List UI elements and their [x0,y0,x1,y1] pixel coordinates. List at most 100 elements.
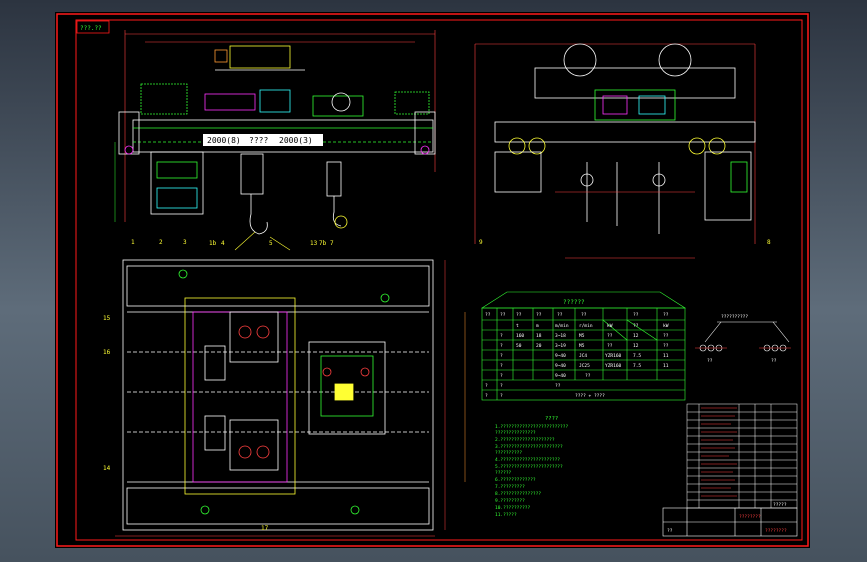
param-r1-c3: 18 [536,333,542,339]
callout-7b: 7b [319,240,327,247]
plan-view [115,259,466,537]
param-header-4: ?? [536,312,542,318]
param-header-5: ?? [557,312,563,318]
side-view [474,43,756,259]
param-r4-c6: YZR160 [605,363,622,369]
rope-right-tag: ?? [771,358,777,364]
drawing-sheet: ???.?? 2000(8) ???? 2000(3) 1b 4 5 13 7b… [55,12,810,548]
note-line-10: 7.????????? [495,484,525,490]
note-line-7: 5.??????????????????????? [495,464,563,470]
title-block-drawing-no: ???????? [765,528,787,534]
side-callouts: 9 8 [479,239,771,246]
front-middle-label: ???? [249,136,268,145]
callout-9: 9 [479,239,483,246]
param-r1-c5: M5 [579,333,585,339]
param-r1-c7: 12 [633,333,639,339]
param-header-6: ?? [581,312,587,318]
param-header-2: ?? [500,312,506,318]
note-line-12: 9.????????? [495,498,525,504]
callout-14: 14 [103,465,111,472]
param-r2-c8: ?? [663,343,669,349]
title-block-name: ???????? [739,514,761,520]
note-line-5: ?????????? [495,450,522,456]
param-header-1: ?? [485,312,491,318]
param-unit-6: ?? [633,323,639,329]
param-unit-2: m [536,324,539,329]
param-r4-c7: 7.5 [633,363,641,369]
callout-17: 17 [261,525,269,532]
title-block-scale: ?? [667,528,673,534]
param-r3-c8: 11 [663,353,669,359]
param-header-7: ?? [633,312,639,318]
param-table-text: ?? ?? ?? ?? ?? ?? ?? ?? t m m/min r/min … [485,312,669,399]
param-footer-2: ???? + ???? [575,393,605,399]
note-line-11: 8.??????????????? [495,491,541,497]
param-footer-1: ?? [555,383,561,389]
rope-diagram-label: ?????????? [721,314,748,320]
param-header-8: ?? [663,312,669,318]
param-unit-7: kW [663,323,669,329]
callout-8: 8 [767,239,771,246]
note-line-13: 10.?????????? [495,505,531,511]
front-callouts: 1b 4 5 13 7b 7 [209,240,334,247]
param-r2-c1: ? [500,343,503,349]
param-unit-3: m/min [555,323,569,329]
param-r3-c6: YZR160 [605,353,622,359]
param-header-3: ?? [516,312,522,318]
callout-7: 7 [330,240,334,247]
title-block: ???????? ???????? ?? [662,507,798,537]
callout-5: 5 [269,240,273,247]
crane-drawing: ???.?? 2000(8) ???? 2000(3) 1b 4 5 13 7b… [56,13,809,547]
callout-2: 2 [159,239,163,246]
front-left-dimension: 2000(8) [207,136,241,145]
note-line-1: 1.????????????????????????? [495,424,568,430]
param-r1-c6: ?? [607,333,613,339]
note-line-9: 6.????????????? [495,477,536,483]
param-r1-c8: ?? [663,333,669,339]
param-r4-c8: 11 [663,363,669,369]
param-r5-c1: ? [500,373,503,379]
param-r7-c2: ? [500,393,503,399]
param-r1-c4: 3~18 [555,333,566,339]
sheet-border [56,13,809,547]
callout-16: 16 [103,349,111,356]
param-r2-c2: 50 [516,343,522,349]
note-line-8: ?????? [495,470,512,476]
param-r2-c5: M5 [579,343,585,349]
param-unit-4: r/min [579,323,593,329]
bom-title: ????? [773,502,787,508]
param-r2-c3: 20 [536,343,542,349]
callout-1b: 1b [209,240,217,247]
callout-15: 15 [103,315,111,322]
param-r3-c1: ? [500,353,503,359]
param-unit-1: t [516,323,519,329]
note-line-4: 3.??????????????????????? [495,444,563,450]
front-right-dimension: 2000(3) [279,136,313,145]
param-r3-c7: 7.5 [633,353,641,359]
param-r5-c4: 9~40 [555,373,566,379]
note-line-14: 11.????? [495,512,517,518]
param-r3-c5: JC4 [579,353,587,359]
callout-1: 1 [131,239,135,246]
note-line-2: ??????????????? [495,430,536,436]
note-line-3: 2.???????????????????? [495,437,555,443]
stamp-text: ???.?? [80,25,102,32]
param-r6-c2: ? [500,383,503,389]
param-unit-5: kW [607,323,613,329]
param-r1-c1: ? [500,333,503,339]
technical-notes: ???? 1.????????????????????????? ???????… [495,416,568,518]
param-r2-c4: 3~19 [555,343,566,349]
callout-4: 4 [221,240,225,247]
param-r6-c1: ? [485,383,488,389]
param-r3-c4: 9~40 [555,353,566,359]
param-r7-c1: ? [485,393,488,399]
callout-13: 13 [310,240,318,247]
notes-title: ???? [545,416,558,422]
front-view: 2000(8) ???? 2000(3) [114,30,436,251]
param-r2-c6: ?? [607,343,613,349]
bill-of-materials: ????? [686,403,798,509]
param-r2-c7: 12 [633,343,639,349]
callout-3: 3 [183,239,187,246]
note-line-6: 4.?????????????????????? [495,457,560,463]
param-footer-total: ?? [585,373,591,379]
